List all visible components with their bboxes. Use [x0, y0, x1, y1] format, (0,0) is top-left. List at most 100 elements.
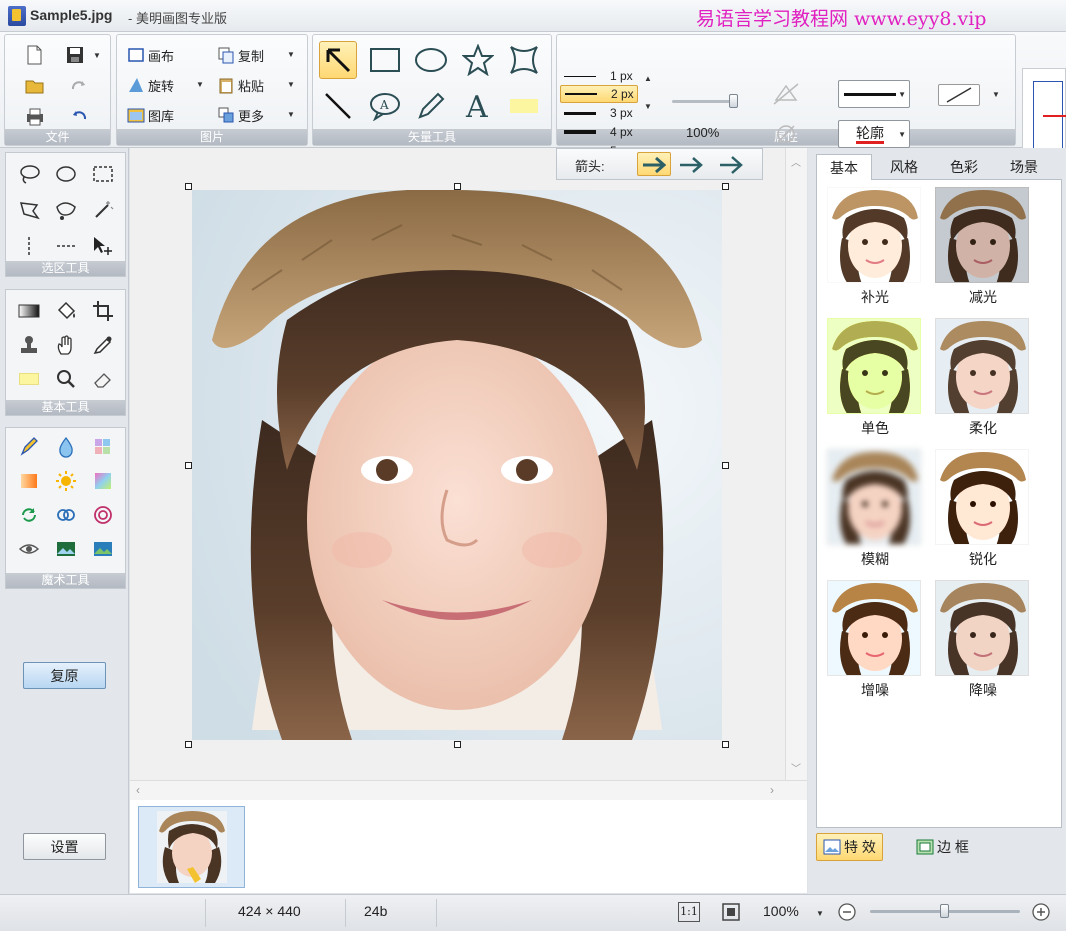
resize-handle-w[interactable]	[185, 462, 192, 469]
opacity-slider[interactable]	[672, 94, 738, 108]
effect-dim-light[interactable]: 减光	[935, 187, 1031, 307]
hand-tool[interactable]	[53, 332, 79, 358]
fill-style-dropdown-icon[interactable]: ▼	[992, 90, 1000, 99]
effect-fill-light[interactable]: 补光	[827, 187, 923, 307]
scroll-down-icon[interactable]: ﹀	[791, 760, 801, 775]
zoom-slider[interactable]	[870, 904, 1020, 918]
zoom-dropdown-icon[interactable]: ▼	[816, 909, 824, 918]
tab-color[interactable]: 色彩	[936, 154, 992, 180]
effect-sharpen[interactable]: 锐化	[935, 449, 1031, 569]
zoom-tool[interactable]	[53, 366, 79, 392]
move-tool[interactable]	[90, 233, 116, 259]
callout-tool[interactable]: A	[366, 87, 404, 125]
restore-button[interactable]: 复原	[23, 662, 106, 689]
tab-basic[interactable]: 基本	[816, 154, 872, 180]
actual-size-button[interactable]: 1:1	[678, 902, 700, 922]
magnetic-lasso-tool[interactable]	[53, 197, 79, 223]
landscape2-tool[interactable]	[90, 536, 116, 562]
fit-to-window-icon[interactable]	[720, 901, 742, 923]
resize-handle-sw[interactable]	[185, 741, 192, 748]
effect-blur[interactable]: 模糊	[827, 449, 923, 569]
zoom-in-icon[interactable]	[1031, 902, 1051, 922]
undo-icon[interactable]	[69, 107, 89, 127]
color-brush-tool[interactable]	[16, 434, 42, 460]
no-fill-icon[interactable]	[772, 82, 800, 106]
blur-drop-tool[interactable]	[53, 434, 79, 460]
line-width-1[interactable]: 1 px	[560, 67, 638, 85]
scroll-left-icon[interactable]: ‹	[136, 783, 140, 797]
line-width-2[interactable]: 2 px	[560, 85, 638, 103]
polygon-lasso-tool[interactable]	[16, 197, 42, 223]
brightness-tool[interactable]	[53, 468, 79, 494]
settings-button[interactable]: 设置	[23, 833, 106, 860]
ellipse-select-tool[interactable]	[53, 161, 79, 187]
shape4-tool[interactable]	[505, 41, 543, 79]
save-icon[interactable]	[65, 45, 85, 65]
text-tool[interactable]: A	[459, 87, 497, 125]
resize-handle-n[interactable]	[454, 183, 461, 190]
rect-select-tool[interactable]	[90, 161, 116, 187]
gallery-button[interactable]: 图库	[127, 103, 174, 127]
resize-handle-ne[interactable]	[722, 183, 729, 190]
highlighter-tool[interactable]	[505, 87, 543, 125]
zoom-slider-thumb[interactable]	[940, 904, 949, 918]
zoom-out-icon[interactable]	[837, 902, 857, 922]
redo-icon[interactable]	[69, 77, 89, 95]
crop-tool[interactable]	[90, 298, 116, 324]
target-tool[interactable]	[90, 502, 116, 528]
tab-style[interactable]: 风格	[876, 154, 932, 180]
arrow-style-3[interactable]	[715, 153, 749, 177]
border-tab-button[interactable]: 边 框	[910, 833, 975, 861]
resize-handle-s[interactable]	[454, 741, 461, 748]
horizontal-line-select-tool[interactable]	[53, 233, 79, 259]
stamp-tool[interactable]	[16, 332, 42, 358]
effect-soften[interactable]: 柔化	[935, 318, 1031, 438]
resize-handle-nw[interactable]	[185, 183, 192, 190]
line-tool[interactable]	[319, 87, 357, 125]
canvas-button[interactable]: 画布	[127, 43, 174, 67]
line-width-3[interactable]: 3 px	[560, 104, 638, 122]
highlight-brush-tool[interactable]	[16, 366, 42, 392]
no-color-icon[interactable]	[774, 122, 798, 146]
vertical-line-select-tool[interactable]	[16, 233, 42, 259]
eyedropper-tool[interactable]	[90, 332, 116, 358]
magic-wand-tool[interactable]	[90, 197, 116, 223]
rotate-button[interactable]: 旋转	[127, 73, 174, 97]
line-style-dropdown[interactable]: ▼	[838, 80, 910, 108]
open-folder-icon[interactable]	[25, 77, 45, 95]
more-dropdown-icon[interactable]: ▼	[287, 110, 295, 119]
ellipse-tool[interactable]	[412, 41, 450, 79]
horizontal-scrollbar[interactable]: ‹ ›	[130, 780, 807, 800]
paste-button[interactable]: 粘贴	[217, 73, 264, 97]
scroll-right-icon[interactable]: ›	[770, 783, 774, 797]
fill-style-button[interactable]	[938, 84, 980, 106]
width-scroll-down-icon[interactable]: ▼	[644, 102, 652, 111]
effects-tab-button[interactable]: 特 效	[816, 833, 883, 861]
red-eye-tool[interactable]	[16, 536, 42, 562]
image-thumbnail[interactable]	[138, 806, 245, 888]
tab-scene[interactable]: 场景	[996, 154, 1052, 180]
arrow-style-2[interactable]	[675, 153, 709, 177]
effect-denoise[interactable]: 降噪	[935, 580, 1031, 700]
width-scroll-up-icon[interactable]: ▲	[644, 74, 652, 83]
color-balance-tool[interactable]	[90, 468, 116, 494]
mosaic-tool[interactable]	[90, 434, 116, 460]
star-tool[interactable]	[459, 41, 497, 79]
scroll-up-icon[interactable]: ︿	[791, 154, 801, 169]
eraser-tool[interactable]	[90, 366, 116, 392]
color-fill-tool[interactable]	[16, 468, 42, 494]
resize-handle-se[interactable]	[722, 741, 729, 748]
paint-bucket-tool[interactable]	[53, 298, 79, 324]
line-width-4[interactable]: 4 px	[560, 123, 638, 141]
effect-monochrome[interactable]: 单色	[827, 318, 923, 438]
arrow-style-1[interactable]	[637, 152, 671, 176]
canvas-image[interactable]	[192, 190, 722, 740]
copy-button[interactable]: 复制	[217, 43, 264, 67]
paste-dropdown-icon[interactable]: ▼	[287, 80, 295, 89]
outline-button[interactable]: 轮廓 ▼	[838, 120, 910, 148]
rectangle-tool[interactable]	[366, 41, 404, 79]
landscape-tool[interactable]	[53, 536, 79, 562]
new-file-icon[interactable]	[25, 45, 43, 65]
rotate-hue-tool[interactable]	[16, 502, 42, 528]
overlap-tool[interactable]	[53, 502, 79, 528]
